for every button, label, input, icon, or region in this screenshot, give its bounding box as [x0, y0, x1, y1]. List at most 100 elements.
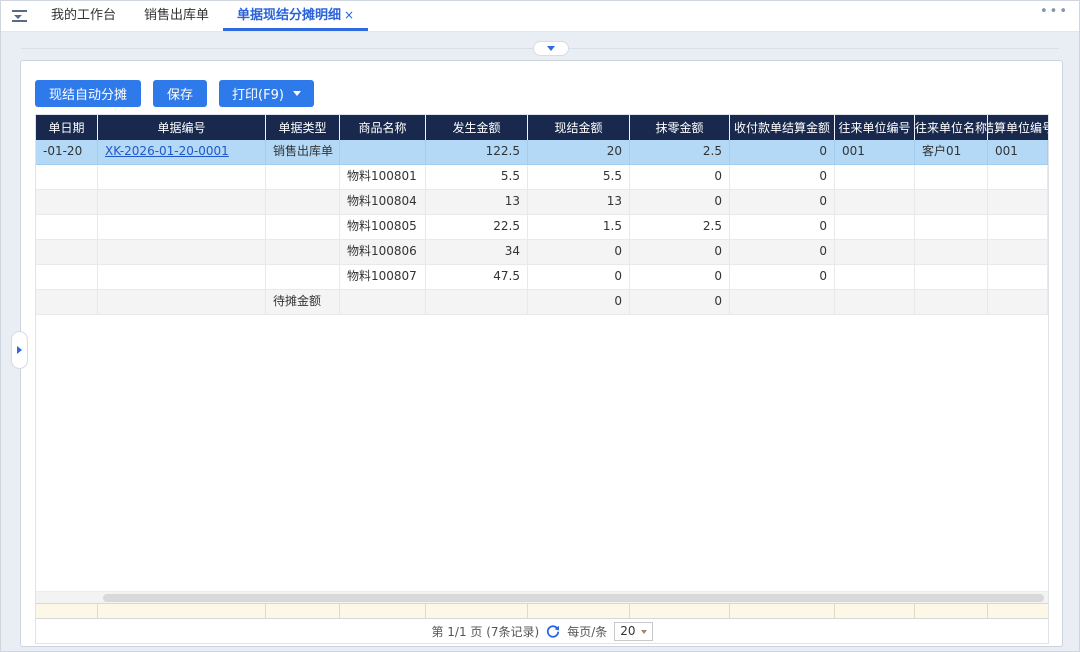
- table-cell: [36, 215, 98, 240]
- summary-cell: [915, 604, 988, 618]
- pager-bar: 第 1/1 页 (7条记录) 每页/条 20: [36, 619, 1048, 643]
- column-header[interactable]: 现结金额: [528, 115, 630, 140]
- table-cell: 5.5: [528, 165, 630, 190]
- table-cell: 22.5: [426, 215, 528, 240]
- page-size-select[interactable]: 20: [614, 621, 653, 641]
- column-header[interactable]: 单日期: [36, 115, 98, 140]
- table-cell: [98, 240, 266, 265]
- table-cell: [915, 240, 988, 265]
- column-header[interactable]: 抹零金额: [630, 115, 730, 140]
- table-cell: XK-2026-01-20-0001: [98, 140, 266, 165]
- table-cell: 1.5: [528, 215, 630, 240]
- table-cell: 47.5: [426, 265, 528, 290]
- more-options-icon[interactable]: •••: [1040, 4, 1069, 19]
- table-cell: 0: [528, 240, 630, 265]
- horizontal-scrollbar[interactable]: [36, 591, 1048, 603]
- table-cell: -01-20: [36, 140, 98, 165]
- table-cell: 20: [528, 140, 630, 165]
- table-cell: 客户01: [915, 140, 988, 165]
- table-row[interactable]: 物料100806 34 0 0 0: [36, 240, 1048, 265]
- table-cell: 物料100805: [340, 215, 426, 240]
- print-button-label: 打印(F9): [232, 88, 284, 103]
- table-cell: [36, 190, 98, 215]
- table-cell: 物料100801: [340, 165, 426, 190]
- table-cell: [98, 215, 266, 240]
- table-row[interactable]: 物料100804 13 13 0 0: [36, 190, 1048, 215]
- table-cell: [915, 215, 988, 240]
- table-cell: [266, 190, 340, 215]
- table-cell: [988, 215, 1048, 240]
- table-cell: [340, 290, 426, 315]
- tab-close-icon[interactable]: ×: [344, 8, 354, 22]
- table-cell: [426, 290, 528, 315]
- table-cell: 2.5: [630, 215, 730, 240]
- table-row[interactable]: 物料100807 47.5 0 0 0: [36, 265, 1048, 290]
- table-cell: [266, 265, 340, 290]
- table-cell: 001: [988, 140, 1048, 165]
- app-root: { "tabbar": { "tabs": [ { "label": "我的工作…: [0, 0, 1080, 652]
- table-row[interactable]: -01-20 XK-2026-01-20-0001 销售出库单 122.5 20 2.5 0…: [36, 140, 1048, 165]
- document-link[interactable]: XK-2026-01-20-0001: [105, 144, 229, 158]
- column-header[interactable]: 收付款单结算金额: [730, 115, 835, 140]
- auto-allocate-button[interactable]: 现结自动分摊: [35, 80, 142, 107]
- caret-down-icon: [292, 91, 301, 100]
- table-cell: [36, 165, 98, 190]
- table-row[interactable]: 物料100801 5.5 5.5 0 0: [36, 165, 1048, 190]
- table-cell: 2.5: [630, 140, 730, 165]
- column-header[interactable]: 往来单位名称: [915, 115, 988, 140]
- summary-cell: [835, 604, 915, 618]
- column-header[interactable]: 往来单位编号: [835, 115, 915, 140]
- table-cell: [915, 165, 988, 190]
- save-button[interactable]: 保存: [153, 80, 208, 107]
- table-cell: 0: [630, 265, 730, 290]
- summary-cell: [988, 604, 1048, 618]
- summary-cell: [36, 604, 98, 618]
- table-cell: 0: [730, 240, 835, 265]
- column-header[interactable]: 商品名称: [340, 115, 426, 140]
- scrollbar-thumb[interactable]: [103, 594, 1044, 602]
- table-cell: [988, 290, 1048, 315]
- collapse-panel-toggle[interactable]: [533, 41, 569, 56]
- tab-workbench[interactable]: 我的工作台: [37, 1, 130, 31]
- tab-bar: 我的工作台 销售出库单 单据现结分摊明细 × •••: [1, 1, 1079, 32]
- summary-row: [36, 603, 1048, 619]
- column-header[interactable]: 单据编号: [98, 115, 266, 140]
- table-cell: [730, 290, 835, 315]
- table-cell: [266, 215, 340, 240]
- column-header[interactable]: 发生金额: [426, 115, 528, 140]
- table-cell: 5.5: [426, 165, 528, 190]
- select-caret-icon: [640, 629, 647, 637]
- table-cell: [266, 240, 340, 265]
- summary-cell: [426, 604, 528, 618]
- table-cell: [988, 190, 1048, 215]
- print-button[interactable]: 打印(F9): [219, 80, 314, 107]
- table-row[interactable]: 待摊金额 0 0: [36, 290, 1048, 315]
- table-cell: [988, 265, 1048, 290]
- table-cell: 销售出库单: [266, 140, 340, 165]
- table-cell: [36, 290, 98, 315]
- table-cell: 0: [528, 265, 630, 290]
- table-cell: 0: [630, 190, 730, 215]
- refresh-icon[interactable]: [546, 624, 560, 638]
- table-cell: 13: [426, 190, 528, 215]
- table-cell: [835, 165, 915, 190]
- chevron-down-icon: [547, 46, 555, 55]
- table-cell: [98, 165, 266, 190]
- expand-sidebar-toggle[interactable]: [11, 331, 28, 369]
- data-grid: 单日期 单据编号 单据类型 商品名称 发生金额 现结金额 抹零金额 收付款单结算金额 往来单位编…: [35, 114, 1049, 644]
- menu-icon[interactable]: [11, 8, 29, 24]
- table-row[interactable]: 物料100805 22.5 1.5 2.5 0: [36, 215, 1048, 240]
- table-cell: [98, 265, 266, 290]
- column-header[interactable]: 结算单位编号: [988, 115, 1048, 140]
- table-cell: [915, 265, 988, 290]
- table-cell: [835, 190, 915, 215]
- column-header[interactable]: 单据类型: [266, 115, 340, 140]
- tab-sales-outbound[interactable]: 销售出库单: [130, 1, 223, 31]
- tab-settlement-detail[interactable]: 单据现结分摊明细 ×: [223, 1, 369, 31]
- table-cell: 物料100807: [340, 265, 426, 290]
- grid-body: -01-20 XK-2026-01-20-0001 销售出库单 122.5 20 2.5 0…: [36, 140, 1048, 315]
- summary-cell: [630, 604, 730, 618]
- summary-cell: [730, 604, 835, 618]
- tab-label: 单据现结分摊明细: [237, 8, 342, 23]
- table-cell: 0: [730, 215, 835, 240]
